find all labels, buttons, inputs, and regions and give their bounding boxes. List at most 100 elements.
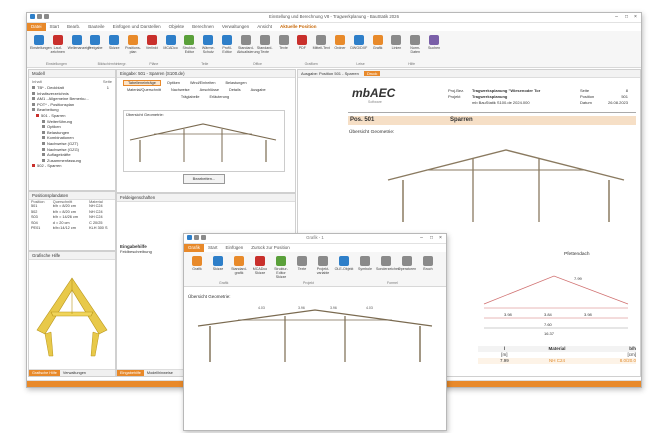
model-col-content: Inhalt [32,79,42,84]
suchen-button[interactable]: Suchen [425,33,443,59]
minimize-icon[interactable]: – [417,234,426,243]
skizze-button[interactable]: Skizze [208,254,228,280]
title-bar: Einstellung und Berechnung V8 - Tragwerk… [27,13,641,23]
edit-button[interactable]: Bearbeiten... [183,174,225,184]
mcadco-button[interactable]: MCADco [162,33,180,59]
close-icon[interactable]: × [436,234,445,243]
profil-editor-button[interactable]: Profil-Editor [218,33,236,59]
table-row[interactable]: PE01 b/h=14/12 cm KLH 300 S [29,226,115,232]
doc-geometry-label: Übersicht Geometrie: [349,130,395,135]
dwg-dxf-button[interactable]: DWG/DXF [350,33,368,59]
tab-ansicht[interactable]: Ansicht [253,23,276,31]
struktur-editor-button[interactable]: Struktur-Editor [181,33,199,59]
linien-button[interactable]: Linien [388,33,406,59]
standard-texte-icon [259,35,270,45]
document-icon [32,86,35,89]
input-tab-nachweise[interactable]: Nachweise [167,88,194,92]
tab-eingabehilfe[interactable]: Eingabehilfe [117,370,144,376]
close-icon[interactable]: × [631,13,640,22]
tab-modellhinweise[interactable]: Modellhinweise [144,370,176,376]
tab-bauteile[interactable]: Bauteile [84,23,108,31]
positions-plan-button[interactable]: Positions-plan [124,33,142,59]
bruch-icon [423,256,433,266]
symbole-icon [360,256,370,266]
tab-bearb[interactable]: Bearb. [63,23,84,31]
standard-grafik-button[interactable]: Standard-grafik [229,254,249,280]
model-pane: Modell Inhalt Seite TB* - Deckblatt 1 Inha… [28,69,116,191]
position-table-title: Positionsplandaten [29,192,115,200]
tab-berechnen[interactable]: Berechnen [188,23,218,31]
bruch-button[interactable]: Bruch [418,254,438,280]
grafik-button[interactable]: Grafik [187,254,207,280]
input-tab-anschl-sse[interactable]: Anschlüsse [196,88,223,92]
verlinkt-button[interactable]: Verlinkt [143,33,161,59]
dim-label: 3.98 [584,312,593,317]
grafik-canvas[interactable]: Übersicht Geometrie: 4.03 3.96 3.96 4.03 [184,288,446,430]
ribbon-group-label: Grafik [219,281,229,285]
tree-item[interactable]: 502 - Sparren [32,163,115,169]
ribbon-group-label: Pläne [149,62,159,66]
projekt-variable-icon [318,256,328,266]
document-tab[interactable]: Ausgabe: Position 501 - Sparren [301,71,359,76]
input-tab-erl-uterung[interactable]: Erläuterung [206,95,234,99]
input-tab-ausgabe[interactable]: Ausgabe [247,88,270,92]
profil-editor-icon [222,35,233,45]
wellenanzeige-button[interactable]: Wellenanzeige [68,33,91,59]
document-icon [42,153,45,157]
document-icon [32,97,35,101]
tab-verwaltungen[interactable]: Verwaltungen [218,23,253,31]
mcadco-skizze-button[interactable]: MCADco Skizze [250,254,270,280]
dim-label: 3.84 [544,312,553,317]
input-tab-tr-glabelle[interactable]: Träglabelle [177,95,204,99]
maximize-icon[interactable]: □ [427,234,436,243]
minimize-icon[interactable]: – [612,13,621,22]
ribbon-group-label: Hilfe [408,62,416,66]
print-button[interactable]: Druck [363,71,381,76]
document-icon [42,119,45,123]
tab-zur-ck-zur-position[interactable]: Zurück zur Position [247,244,294,252]
w-rme-schutz-button[interactable]: Wärme-Schutz [199,33,217,59]
tab-start[interactable]: Start [204,244,222,252]
input-tab-wind-einheiten[interactable]: Wind/Einheiten [186,81,220,85]
input-tab-optiken[interactable]: Optiken [163,81,184,85]
texte-button[interactable]: Texte [292,254,312,280]
tab-verwaltungen[interactable]: Verwaltungen [60,370,89,376]
tab-einf-gen-und-darstellen[interactable]: Einfügen und Darstellen [109,23,165,31]
input-tab-belastungen[interactable]: Belastungen [222,81,251,85]
operatoren-button[interactable]: Operatoren [397,254,417,280]
grafik-button[interactable]: Grafik [369,33,387,59]
tab-einf-gen[interactable]: Einfügen [222,244,248,252]
maximize-icon[interactable]: □ [622,13,631,22]
standard-aktualisierung-button[interactable]: Standard-Aktualisierung [237,33,260,59]
tab-objekte[interactable]: Objekte [165,23,189,31]
input-tab-material-querschnitt[interactable]: Material/Querschnitt [123,88,165,92]
struktur-editor-skizze-button[interactable]: Struktur-Editor Skizze [271,254,291,280]
tab-file[interactable]: Datei [27,23,46,31]
grafik-title-bar: Grafik - 1 – □ × [184,234,446,244]
input-tab-details[interactable]: Details [225,88,245,92]
grafik-ribbon: Grafik Skizze Standard-grafik MCADco Skizze… [184,252,446,287]
grafik-pane: Grafische Hilfe Grafische Hilfe Verwaltun… [28,251,116,377]
ordner-icon [334,35,345,45]
tab-aktuelle-position[interactable]: Aktuelle Position [276,23,321,31]
tab-start[interactable]: Start [46,23,64,31]
dim-label: 16.37 [544,331,555,336]
ole-objekt-button[interactable]: OLE-Objekt [334,254,354,280]
skizze-button[interactable]: Skizze [105,33,123,59]
freigabe-button[interactable]: Freigabe [86,33,104,59]
texte-button[interactable]: Texte [275,33,293,59]
symbole-button[interactable]: Symbole [355,254,375,280]
projekt-variable-button[interactable]: Projekt-variable [313,254,333,280]
standard-texte-button[interactable]: Standard-Texte [256,33,274,59]
norm-daten-icon [410,35,421,45]
tab-grafik[interactable]: Grafik [184,244,205,252]
lauf-zeichnen-button[interactable]: Lauf-zeichnen [49,33,67,59]
input-tab-tabelleneintr-ge[interactable]: Tabelleneinträge [123,80,161,86]
pdf-button[interactable]: PDF [293,33,311,59]
tab-grafische-hilfe[interactable]: Grafische Hilfe [29,370,60,376]
mitteil-text-button[interactable]: Mitteil-Text [312,33,330,59]
einstellungen-button[interactable]: Einstellungen [30,33,52,59]
ordner-button[interactable]: Ordner [331,33,349,59]
norm-daten-button[interactable]: Norm-Daten [406,33,424,59]
sonderzeichen-button[interactable]: Sonderzeichen [376,254,400,280]
